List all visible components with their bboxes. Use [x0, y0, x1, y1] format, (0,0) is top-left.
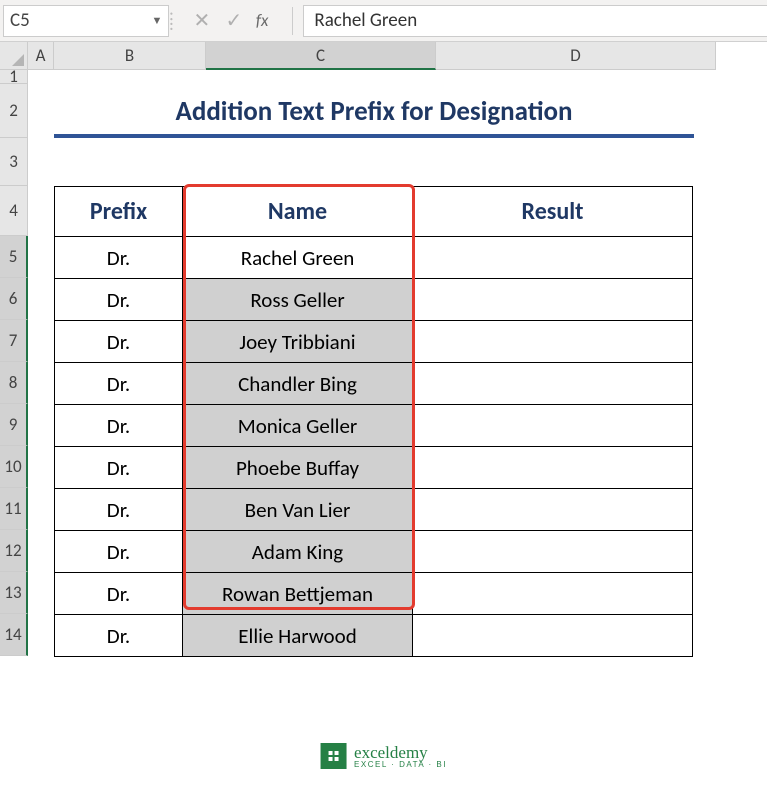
cell-name[interactable]: Ellie Harwood	[183, 615, 413, 657]
row-header-4[interactable]: 4	[0, 186, 28, 236]
table-row: Dr.Ellie Harwood	[55, 615, 693, 657]
name-box[interactable]: C5 ▼	[3, 5, 169, 37]
col-header-A[interactable]: A	[28, 42, 54, 70]
cell-result[interactable]	[413, 321, 693, 363]
table-row: Dr.Phoebe Buffay	[55, 447, 693, 489]
cell-name[interactable]: Joey Tribbiani	[183, 321, 413, 363]
cell-result[interactable]	[413, 279, 693, 321]
cell-prefix[interactable]: Dr.	[55, 447, 183, 489]
cell-result[interactable]	[413, 405, 693, 447]
row-header-14[interactable]: 14	[0, 614, 28, 656]
sheet-title: Addition Text Prefix for Designation	[54, 84, 694, 138]
col-header-C[interactable]: C	[206, 42, 436, 70]
watermark-sub: EXCEL · DATA · BI	[354, 761, 447, 769]
formula-input[interactable]: Rachel Green	[303, 5, 767, 37]
row-header-2[interactable]: 2	[0, 84, 28, 138]
column-headers: A B C D	[0, 42, 767, 70]
cell-prefix[interactable]: Dr.	[55, 531, 183, 573]
cell-name[interactable]: Adam King	[183, 531, 413, 573]
name-box-value: C5	[4, 9, 146, 32]
header-name[interactable]: Name	[183, 187, 413, 237]
row-header-12[interactable]: 12	[0, 530, 28, 572]
watermark: exceldemy EXCEL · DATA · BI	[320, 743, 447, 769]
table-row: Dr.Monica Geller	[55, 405, 693, 447]
row-header-10[interactable]: 10	[0, 446, 28, 488]
col-header-D[interactable]: D	[436, 42, 716, 70]
row-header-1[interactable]: 1	[0, 70, 28, 84]
cell-name[interactable]: Ross Geller	[183, 279, 413, 321]
table-row: Dr.Ross Geller	[55, 279, 693, 321]
cell-prefix[interactable]: Dr.	[55, 279, 183, 321]
col-header-B[interactable]: B	[54, 42, 206, 70]
cell-name[interactable]: Ben Van Lier	[183, 489, 413, 531]
cell-result[interactable]	[413, 615, 693, 657]
formula-bar: C5 ▼ ⁞ ✕ ✓ fx Rachel Green	[0, 0, 767, 42]
table-row: Dr.Rowan Bettjeman	[55, 573, 693, 615]
table-row: Dr.Ben Van Lier	[55, 489, 693, 531]
accept-formula-button[interactable]: ✓	[218, 5, 250, 37]
row-header-9[interactable]: 9	[0, 404, 28, 446]
cell-result[interactable]	[413, 489, 693, 531]
cell-result[interactable]	[413, 447, 693, 489]
data-table: Prefix Name Result Dr.Rachel GreenDr.Ros…	[54, 186, 693, 657]
row-header-11[interactable]: 11	[0, 488, 28, 530]
row-header-3[interactable]: 3	[0, 138, 28, 186]
separator	[292, 7, 293, 35]
cell-name[interactable]: Monica Geller	[183, 405, 413, 447]
cell-name[interactable]: Rachel Green	[183, 237, 413, 279]
row-header-7[interactable]: 7	[0, 320, 28, 362]
cell-prefix[interactable]: Dr.	[55, 573, 183, 615]
cell-prefix[interactable]: Dr.	[55, 363, 183, 405]
row-header-8[interactable]: 8	[0, 362, 28, 404]
cell-prefix[interactable]: Dr.	[55, 321, 183, 363]
cell-result[interactable]	[413, 237, 693, 279]
cell-result[interactable]	[413, 531, 693, 573]
row-header-6[interactable]: 6	[0, 278, 28, 320]
formula-text: Rachel Green	[314, 9, 417, 32]
table-row: Dr.Chandler Bing	[55, 363, 693, 405]
watermark-main: exceldemy	[354, 744, 447, 761]
cell-name[interactable]: Phoebe Buffay	[183, 447, 413, 489]
formula-bar-grip-icon: ⁞	[169, 10, 172, 32]
cell-prefix[interactable]: Dr.	[55, 615, 183, 657]
table-row: Dr.Joey Tribbiani	[55, 321, 693, 363]
cell-name[interactable]: Rowan Bettjeman	[183, 573, 413, 615]
row-headers: 1 2 3 4 5 6 7 8 9 10 11 12 13 14	[0, 70, 28, 656]
table-row: Dr.Rachel Green	[55, 237, 693, 279]
row-header-13[interactable]: 13	[0, 572, 28, 614]
cell-name[interactable]: Chandler Bing	[183, 363, 413, 405]
watermark-logo-icon	[320, 743, 346, 769]
table-header-row: Prefix Name Result	[55, 187, 693, 237]
cancel-formula-button[interactable]: ✕	[186, 5, 218, 37]
cell-prefix[interactable]: Dr.	[55, 405, 183, 447]
cell-result[interactable]	[413, 573, 693, 615]
name-box-dropdown-icon[interactable]: ▼	[146, 6, 168, 36]
watermark-text: exceldemy EXCEL · DATA · BI	[354, 744, 447, 769]
cell-result[interactable]	[413, 363, 693, 405]
header-result[interactable]: Result	[413, 187, 693, 237]
cell-prefix[interactable]: Dr.	[55, 237, 183, 279]
cell-prefix[interactable]: Dr.	[55, 489, 183, 531]
table-row: Dr.Adam King	[55, 531, 693, 573]
row-header-5[interactable]: 5	[0, 236, 28, 278]
header-prefix[interactable]: Prefix	[55, 187, 183, 237]
fx-label[interactable]: fx	[256, 10, 269, 31]
